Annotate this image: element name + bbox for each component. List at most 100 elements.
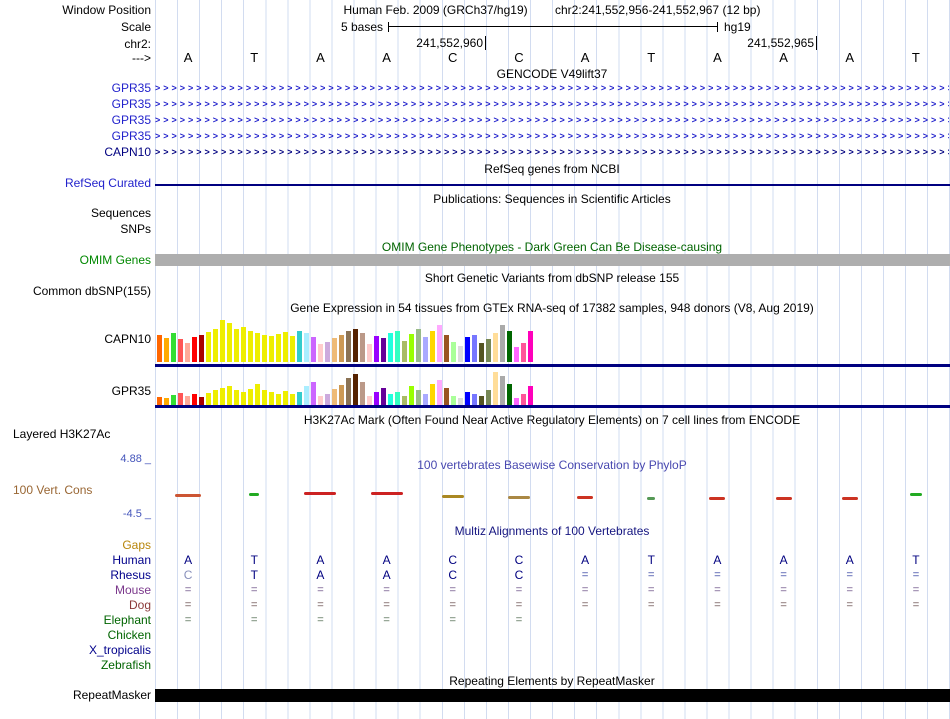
alignment-row-mouse[interactable]: Mouse = = = = = = = = = = = =	[0, 583, 950, 598]
alignment-row-zebrafish[interactable]: Zebrafish	[0, 658, 950, 673]
base-letter: A	[382, 50, 391, 65]
alignment-gap-mark: =	[449, 584, 456, 596]
repeatmasker-label[interactable]: RepeatMasker	[0, 688, 151, 702]
sequences-label[interactable]: Sequences	[0, 206, 151, 220]
alignment-gap-mark: =	[184, 599, 192, 611]
alignment-row-dog[interactable]: Dog = = = = = = = = = = = =	[0, 598, 950, 613]
gtex-expression-bar	[325, 342, 330, 362]
gtex-expression-bar	[213, 390, 218, 405]
repeatmasker-bar[interactable]	[155, 689, 950, 702]
gtex-gpr35-label[interactable]: GPR35	[0, 384, 151, 398]
species-label-xtropicalis[interactable]: X_tropicalis	[0, 643, 151, 657]
common-dbsnp-label[interactable]: Common dbSNP(155)	[0, 284, 151, 298]
species-label-gaps[interactable]: Gaps	[0, 538, 151, 552]
gtex-expression-bar	[374, 336, 379, 362]
species-label-dog[interactable]: Dog	[0, 598, 151, 612]
gtex-expression-bar	[451, 396, 456, 405]
gtex-expression-bar	[171, 333, 176, 362]
species-label-zebrafish[interactable]: Zebrafish	[0, 658, 151, 672]
gene-label-capn10[interactable]: CAPN10	[0, 145, 151, 159]
gtex-expression-bar	[262, 390, 267, 405]
snps-label[interactable]: SNPs	[0, 222, 151, 236]
gene-model-gpr35-2[interactable]: >>>>>>>>>>>>>>>>>>>>>>>>>>>>>>>>>>>>>>>>…	[155, 97, 949, 112]
gtex-expression-bar	[248, 331, 253, 362]
gene-label-gpr35-3[interactable]: GPR35	[0, 113, 151, 127]
gtex-expression-bar	[528, 386, 533, 405]
alignment-gap-mark: =	[515, 599, 523, 611]
gtex-expression-bar	[346, 378, 351, 405]
species-label-human[interactable]: Human	[0, 553, 151, 567]
alignment-base: C	[183, 568, 193, 582]
base-letter: A	[316, 50, 325, 65]
species-label-mouse[interactable]: Mouse	[0, 583, 151, 597]
gtex-expression-bar	[297, 392, 302, 405]
gtex-expression-bar	[199, 335, 204, 362]
gtex-expression-bar	[430, 384, 435, 405]
gtex-title: Gene Expression in 54 tissues from GTEx …	[290, 301, 814, 315]
base-letter: A	[779, 50, 788, 65]
gtex-gpr35-chart[interactable]	[157, 371, 533, 405]
species-label-chicken[interactable]: Chicken	[0, 628, 151, 642]
scale-bar	[388, 22, 718, 32]
alignment-row-human[interactable]: Human A T A A C C A T A A A T	[0, 553, 950, 568]
alignment-row-chicken[interactable]: Chicken	[0, 628, 950, 643]
phylop-max-value: 4.88 _	[120, 453, 151, 465]
gtex-expression-bar	[500, 325, 505, 362]
phylop-signal[interactable]	[0, 490, 950, 504]
gtex-expression-bar	[416, 390, 421, 405]
gtex-capn10-chart[interactable]	[157, 318, 533, 362]
alignment-base: C	[448, 553, 458, 567]
h3k27ac-label[interactable]: Layered H3K27Ac	[13, 427, 110, 441]
species-label-rhesus[interactable]: Rhesus	[0, 568, 151, 582]
gtex-expression-bar	[360, 382, 365, 405]
refseq-curated-label[interactable]: RefSeq Curated	[0, 176, 151, 190]
gene-model-capn10[interactable]: >>>>>>>>>>>>>>>>>>>>>>>>>>>>>>>>>>>>>>>>…	[155, 145, 949, 160]
gene-model-gpr35-3[interactable]: >>>>>>>>>>>>>>>>>>>>>>>>>>>>>>>>>>>>>>>>…	[155, 113, 949, 128]
refseq-title: RefSeq genes from NCBI	[484, 162, 620, 176]
gtex-expression-bar	[346, 331, 351, 362]
assembly-label: hg19	[724, 20, 751, 34]
alignment-gap-mark: =	[912, 599, 920, 611]
gtex-expression-bar	[458, 346, 463, 362]
phylop-mark	[304, 492, 337, 495]
gtex-expression-bar	[500, 376, 505, 405]
gtex-expression-bar	[283, 391, 288, 405]
omim-genes-bar[interactable]	[155, 254, 950, 266]
gtex-expression-bar	[241, 327, 246, 362]
gtex-expression-bar	[269, 392, 274, 405]
base-letter: C	[448, 50, 458, 65]
gtex-expression-bar	[423, 394, 428, 405]
gtex-expression-bar	[332, 338, 337, 362]
genome-browser: Window Position Human Feb. 2009 (GRCh37/…	[0, 0, 950, 719]
alignment-row-xtropicalis[interactable]: X_tropicalis	[0, 643, 950, 658]
alignment-row-rhesus[interactable]: Rhesus C T A A C C = = = = = =	[0, 568, 950, 583]
gtex-expression-bar	[486, 339, 491, 362]
gtex-expression-bar	[339, 385, 344, 405]
alignment-row-gaps[interactable]: Gaps	[0, 538, 950, 553]
gene-label-gpr35-4[interactable]: GPR35	[0, 129, 151, 143]
gtex-capn10-label[interactable]: CAPN10	[0, 332, 151, 346]
base-row: ATAACCATAAAT	[0, 50, 950, 65]
phylop-mark	[909, 493, 922, 496]
gene-label-gpr35-1[interactable]: GPR35	[0, 81, 151, 95]
gene-model-gpr35-1[interactable]: >>>>>>>>>>>>>>>>>>>>>>>>>>>>>>>>>>>>>>>>…	[155, 81, 949, 96]
alignment-gap-mark: =	[383, 599, 390, 611]
gene-label-gpr35-2[interactable]: GPR35	[0, 97, 151, 111]
gtex-expression-bar	[318, 396, 323, 405]
gtex-expression-bar	[220, 320, 225, 362]
gene-model-gpr35-4[interactable]: >>>>>>>>>>>>>>>>>>>>>>>>>>>>>>>>>>>>>>>>…	[155, 129, 949, 144]
repeatmasker-title: Repeating Elements by RepeatMasker	[449, 674, 655, 688]
alignment-gap-mark: =	[780, 569, 787, 581]
phylop-mark	[249, 493, 260, 496]
alignment-base: A	[316, 553, 325, 567]
alignment-gap-mark: =	[912, 584, 920, 596]
refseq-gene-bar[interactable]	[155, 184, 950, 186]
alignment-base: C	[448, 568, 458, 582]
phylop-mark	[841, 497, 858, 500]
alignment-row-elephant[interactable]: Elephant = = = = = =	[0, 613, 950, 628]
species-label-elephant[interactable]: Elephant	[0, 613, 151, 627]
omim-genes-label[interactable]: OMIM Genes	[0, 253, 151, 267]
base-letter: A	[845, 50, 855, 65]
gtex-expression-bar	[213, 329, 218, 362]
alignment-gap-mark: =	[714, 569, 721, 581]
